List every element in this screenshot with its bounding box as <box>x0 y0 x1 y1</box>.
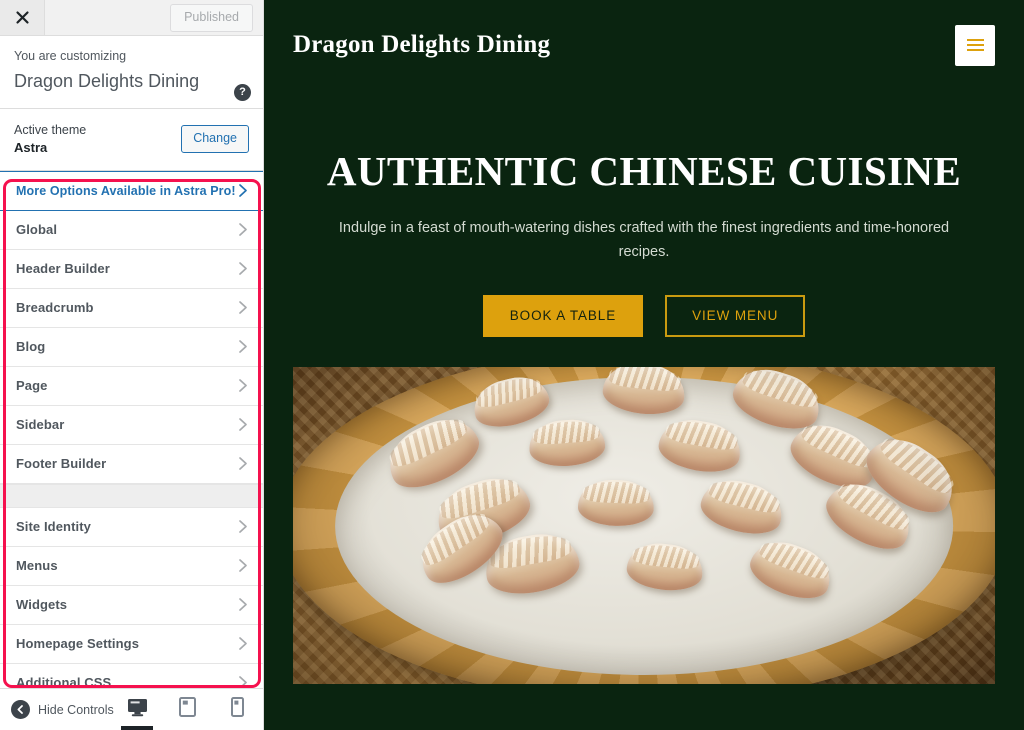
hero-section: AUTHENTIC CHINESE CUISINE Indulge in a f… <box>264 90 1024 338</box>
sidebar-item-sidebar[interactable]: Sidebar <box>0 405 263 445</box>
chevron-right-icon <box>238 519 249 534</box>
sidebar-item-label: Homepage Settings <box>16 636 140 652</box>
hero-cta-group: BOOK A TABLE VIEW MENU <box>304 294 984 338</box>
dumplings-group <box>293 367 995 684</box>
dumpling <box>655 415 745 478</box>
site-brand-title[interactable]: Dragon Delights Dining <box>293 31 550 59</box>
sidebar-item-label: Blog <box>16 339 46 355</box>
customizer-screen: Published You are customizing Dragon Del… <box>0 0 1024 730</box>
customizer-footer: Hide Controls <box>0 688 263 730</box>
chevron-right-icon <box>238 636 249 651</box>
sidebar-item-label: Sidebar <box>16 417 65 433</box>
site-preview-frame: Dragon Delights Dining AUTHENTIC CHINESE… <box>264 0 1024 730</box>
sidebar-item-label: Header Builder <box>16 261 110 277</box>
sidebar-item-additional-css[interactable]: Additional CSS <box>0 663 263 688</box>
active-theme-name: Astra <box>14 140 48 156</box>
hide-controls-label: Hide Controls <box>38 702 114 717</box>
hero-subheading: Indulge in a feast of mouth-watering dis… <box>338 220 950 261</box>
chevron-right-icon <box>238 378 249 393</box>
sidebar-item-label: Footer Builder <box>16 456 107 472</box>
customizer-sidebar: Published You are customizing Dragon Del… <box>0 0 264 730</box>
sidebar-item-global[interactable]: Global <box>0 210 263 250</box>
customizing-eyebrow: You are customizing <box>14 49 127 63</box>
sidebar-item-homepage-settings[interactable]: Homepage Settings <box>0 624 263 664</box>
device-preview-tablet[interactable] <box>169 689 205 730</box>
customizing-info-panel: You are customizing Dragon Delights Dini… <box>0 36 263 109</box>
sidebar-item-menus[interactable]: Menus <box>0 546 263 586</box>
device-preview-desktop[interactable] <box>119 689 155 730</box>
sidebar-item-footer-builder[interactable]: Footer Builder <box>0 444 263 484</box>
dumpling <box>625 540 706 594</box>
sidebar-item-more-options-available-in-astra-pro[interactable]: More Options Available in Astra Pro! <box>0 170 263 211</box>
hide-controls-button[interactable]: Hide Controls <box>11 700 114 719</box>
previewed-website: Dragon Delights Dining AUTHENTIC CHINESE… <box>264 0 1024 730</box>
sidebar-item-label: Page <box>16 378 48 394</box>
chevron-right-icon <box>238 183 249 198</box>
sidebar-item-label: Global <box>16 222 58 238</box>
chevron-right-icon <box>238 300 249 315</box>
chevron-right-icon <box>238 222 249 237</box>
chevron-right-icon <box>238 339 249 354</box>
active-theme-text: Active theme Astra <box>14 121 86 158</box>
customizer-topbar: Published <box>0 0 263 36</box>
desktop-icon <box>127 698 148 722</box>
dumpling <box>600 367 688 419</box>
sidebar-item-label: Menus <box>16 558 58 574</box>
chevron-right-icon <box>238 417 249 432</box>
sidebar-item-label: Breadcrumb <box>16 300 94 316</box>
hamburger-menu-icon[interactable] <box>955 24 995 66</box>
dumpling <box>468 370 553 434</box>
sidebar-item-label: Site Identity <box>16 519 91 535</box>
photo-background <box>293 367 995 685</box>
chevron-right-icon <box>238 558 249 573</box>
sidebar-item-label: Widgets <box>16 597 68 613</box>
customizer-menu-list: More Options Available in Astra Pro! Glob… <box>0 170 263 688</box>
sidebar-item-breadcrumb[interactable]: Breadcrumb <box>0 288 263 328</box>
sidebar-item-blog[interactable]: Blog <box>0 327 263 367</box>
device-preview-switcher <box>119 689 255 730</box>
site-header: Dragon Delights Dining <box>264 0 1024 90</box>
dumpling <box>527 417 607 469</box>
tablet-icon <box>178 697 196 722</box>
view-menu-button[interactable]: VIEW MENU <box>665 294 806 338</box>
chevron-right-icon <box>238 597 249 612</box>
help-icon[interactable]: ? <box>234 84 251 101</box>
dumpling <box>696 472 788 541</box>
change-theme-button[interactable]: Change <box>181 125 249 154</box>
chevron-right-icon <box>238 456 249 471</box>
device-preview-mobile[interactable] <box>219 689 255 730</box>
sidebar-item-site-identity[interactable]: Site Identity <box>0 507 263 547</box>
active-theme-label: Active theme <box>14 122 87 137</box>
collapse-left-icon <box>11 700 30 719</box>
chevron-right-icon <box>238 675 249 688</box>
sidebar-item-label: Additional CSS <box>16 675 112 688</box>
book-a-table-button[interactable]: BOOK A TABLE <box>482 294 644 338</box>
close-icon <box>15 10 30 25</box>
publish-button[interactable]: Published <box>170 3 253 32</box>
sidebar-item-label: More Options Available in Astra Pro! <box>16 183 236 198</box>
close-customizer-button[interactable] <box>0 0 45 35</box>
dumplings-in-bamboo-steamer-photo <box>293 367 995 685</box>
dumpling <box>744 532 839 608</box>
chevron-right-icon <box>238 261 249 276</box>
sidebar-item-header-builder[interactable]: Header Builder <box>0 249 263 289</box>
hero-heading: AUTHENTIC CHINESE CUISINE <box>326 148 962 194</box>
active-theme-row: Active theme Astra Change <box>0 108 263 171</box>
sidebar-item-widgets[interactable]: Widgets <box>0 585 263 625</box>
dumpling <box>577 479 655 528</box>
menu-separator <box>0 483 263 508</box>
sidebar-item-page[interactable]: Page <box>0 366 263 406</box>
mobile-icon <box>230 697 244 722</box>
customizing-site-title: Dragon Delights Dining <box>14 70 200 91</box>
